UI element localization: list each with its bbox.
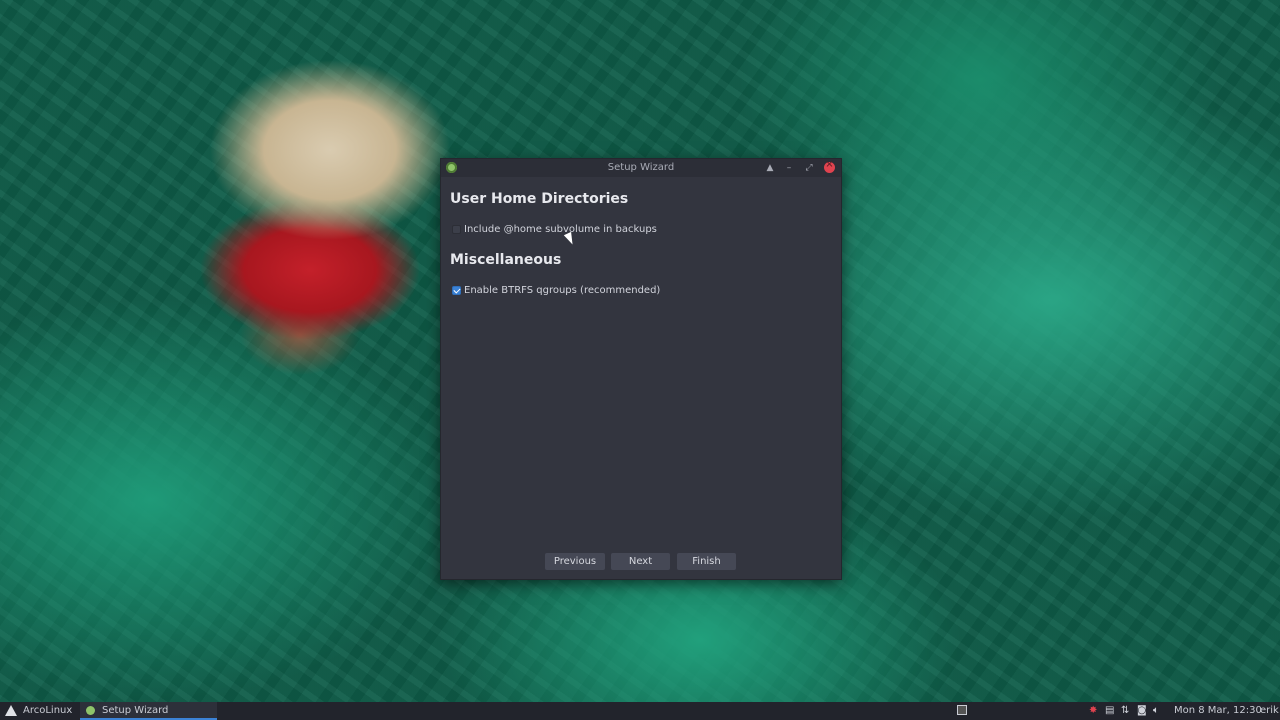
show-desktop-icon[interactable] — [957, 705, 967, 715]
close-icon[interactable] — [824, 159, 835, 173]
clock[interactable]: Mon 8 Mar, 12:30 — [1174, 705, 1262, 716]
clipboard-icon[interactable]: ▤ — [1105, 705, 1114, 716]
section-heading-misc: Miscellaneous — [450, 252, 562, 268]
qgroups-label[interactable]: Enable BTRFS qgroups (recommended) — [464, 285, 660, 296]
window-titlebar[interactable]: Setup Wizard ▲ – ⤢ — [441, 159, 841, 177]
volume-icon[interactable]: 🔈︎ — [1153, 705, 1159, 716]
arcolinux-logo-icon[interactable] — [5, 705, 17, 716]
setup-wizard-window: Setup Wizard ▲ – ⤢ User Home Directories… — [440, 158, 842, 580]
taskbar: ArcoLinux Setup Wizard ✸ ▤ ⇅ ◙ 🔈︎ Mon 8 … — [0, 702, 1280, 720]
taskbar-item-setup-wizard[interactable]: Setup Wizard — [80, 702, 217, 720]
window-title: Setup Wizard — [607, 162, 675, 173]
next-button[interactable]: Next — [611, 553, 670, 570]
finish-button[interactable]: Finish — [677, 553, 736, 570]
network-icon[interactable]: ⇅ — [1121, 705, 1129, 716]
shade-icon[interactable]: ▲ — [763, 161, 777, 175]
qgroups-checkbox[interactable] — [452, 286, 461, 295]
minimize-icon[interactable]: – — [782, 161, 796, 175]
setup-wizard-task-icon — [86, 706, 95, 715]
start-menu-button[interactable]: ArcoLinux — [23, 705, 72, 716]
section-heading-home: User Home Directories — [450, 191, 629, 207]
notification-gear-icon[interactable]: ✸ — [1089, 705, 1097, 716]
previous-button[interactable]: Previous — [545, 553, 605, 570]
include-home-label[interactable]: Include @home subvolume in backups — [464, 224, 657, 235]
include-home-option[interactable]: Include @home subvolume in backups — [452, 224, 657, 235]
user-name[interactable]: erik — [1260, 705, 1279, 716]
include-home-checkbox[interactable] — [452, 225, 461, 234]
display-icon[interactable]: ◙ — [1137, 705, 1147, 716]
maximize-icon[interactable]: ⤢ — [802, 161, 816, 175]
task-label: Setup Wizard — [102, 705, 169, 716]
qgroups-option[interactable]: Enable BTRFS qgroups (recommended) — [452, 285, 660, 296]
